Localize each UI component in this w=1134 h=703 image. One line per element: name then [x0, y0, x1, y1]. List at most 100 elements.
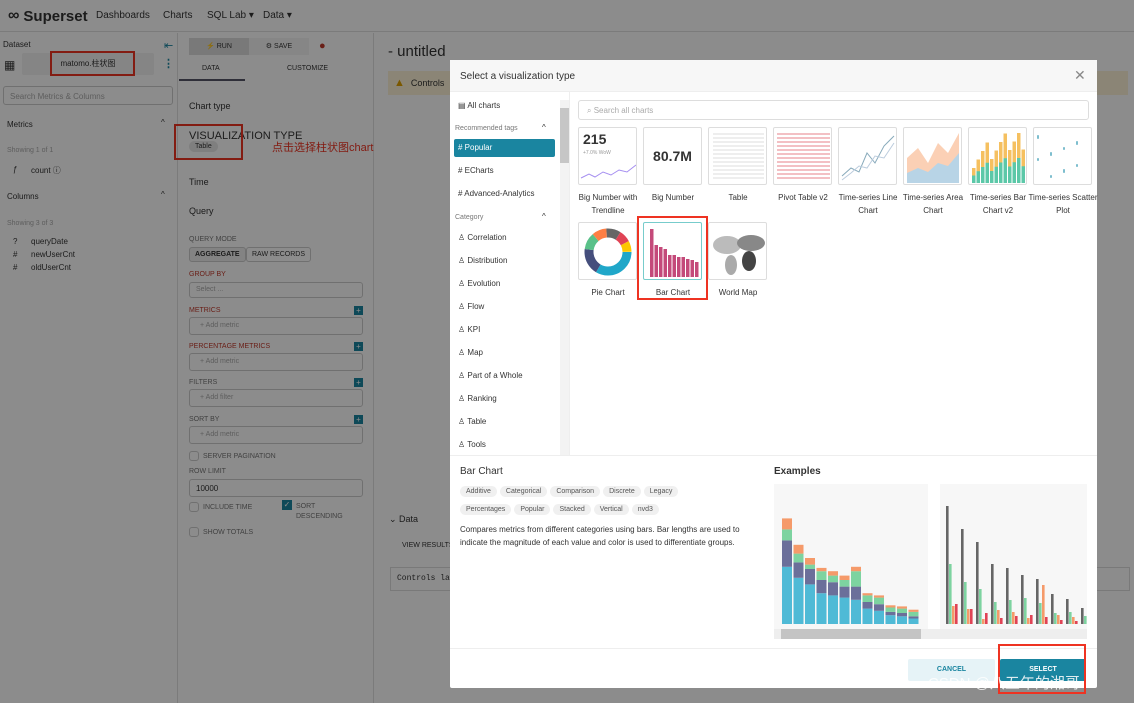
example-bar [1024, 598, 1027, 624]
chart-thumbnail[interactable] [643, 222, 702, 280]
search-placeholder: Search all charts [593, 106, 654, 115]
category-item[interactable]: ♙ Distribution [454, 252, 555, 270]
category-label: Map [467, 348, 483, 357]
chart-thumbnail[interactable] [838, 127, 897, 185]
category-item[interactable]: ♙ Map [454, 344, 555, 362]
chart-thumbnail[interactable]: 215 +7.0% WoW [578, 127, 637, 185]
chart-thumbnail[interactable] [903, 127, 962, 185]
chart-label[interactable]: Big Number with Trendline [573, 191, 643, 217]
example-bar [1000, 618, 1003, 624]
tag-echarts[interactable]: # ECharts [454, 162, 555, 180]
chevron-up-icon[interactable]: ^ [542, 123, 546, 132]
example-bar [1051, 594, 1054, 624]
chart-label[interactable]: Time-series Area Chart [898, 191, 968, 217]
category-item[interactable]: ♙ Tools [454, 436, 555, 454]
example-bar [961, 529, 964, 624]
chart-label[interactable]: Table [703, 191, 773, 204]
chart-label[interactable]: World Map [703, 286, 773, 299]
category-label: Ranking [467, 394, 497, 403]
chart-tag[interactable]: Comparison [550, 486, 601, 497]
chart-tag[interactable]: Legacy [643, 486, 679, 497]
all-charts-label: All charts [467, 101, 501, 110]
all-charts-item[interactable]: ▤ All charts [454, 97, 555, 115]
chart-description: Compares metrics from different categori… [460, 525, 740, 547]
example-bar [851, 599, 861, 624]
chart-thumbnail[interactable] [578, 222, 637, 280]
example-bar [885, 607, 896, 612]
example-bar [782, 540, 792, 567]
example-bar [782, 529, 792, 541]
chart-tag[interactable]: Categorical [499, 486, 548, 497]
example-bar [828, 575, 838, 583]
tag-label: ECharts [464, 166, 494, 175]
chart-label[interactable]: Pivot Table v2 [768, 191, 838, 204]
category-icon: ♙ [458, 371, 466, 380]
example-bar [1012, 612, 1015, 624]
chart-label[interactable]: Bar Chart [638, 286, 708, 299]
example-bar [885, 605, 896, 608]
chart-label[interactable]: Pie Chart [573, 286, 643, 299]
category-item[interactable]: ♙ Evolution [454, 275, 555, 293]
example-bar [982, 619, 985, 624]
category-item[interactable]: ♙ Part of a Whole [454, 367, 555, 385]
tag-popular[interactable]: # Popular [454, 139, 555, 157]
example-bar [897, 606, 907, 609]
tag-advanced-analytics[interactable]: # Advanced-Analytics [454, 185, 555, 203]
chevron-up-icon[interactable]: ^ [542, 212, 546, 221]
category-label: Distribution [467, 256, 508, 265]
example-bar [793, 553, 804, 563]
example-bar [994, 602, 997, 624]
category-item[interactable]: ♙ Flow [454, 298, 555, 316]
chart-thumbnail[interactable] [708, 222, 767, 280]
example-bar [839, 575, 850, 580]
example-bar [897, 613, 907, 617]
category-item[interactable]: ♙ Correlation [454, 229, 555, 247]
chart-tag[interactable]: Stacked [553, 504, 591, 515]
example-images [774, 484, 1087, 629]
chart-label[interactable]: Time-series Scatter Plot [1028, 191, 1098, 217]
example-bar [874, 604, 884, 611]
chart-thumbnail[interactable]: 80.7M [643, 127, 702, 185]
example-bar [967, 609, 970, 624]
chart-tag[interactable]: Discrete [603, 486, 641, 497]
chart-thumbnail[interactable] [773, 127, 832, 185]
category-icon: ♙ [458, 348, 466, 357]
example-bar [782, 566, 792, 624]
example-bar [885, 615, 896, 624]
category-icon: ♙ [458, 394, 466, 403]
example-bar [1042, 585, 1045, 624]
chart-tag[interactable]: nvd3 [631, 504, 659, 515]
category-label: Evolution [467, 279, 501, 288]
example-bar [805, 564, 815, 569]
example-bar [839, 580, 850, 587]
chart-label[interactable]: Time-series Line Chart [833, 191, 903, 217]
close-icon[interactable]: ✕ [1074, 67, 1086, 84]
example-bar [862, 602, 873, 609]
chart-thumbnail[interactable] [1033, 127, 1092, 185]
category-icon: ♙ [458, 279, 466, 288]
chart-tag[interactable]: Popular [514, 504, 551, 515]
example-bar [851, 571, 861, 587]
chart-label[interactable]: Big Number [638, 191, 708, 204]
search-charts-input[interactable]: ⌕ Search all charts [578, 100, 1089, 120]
example-bar [955, 604, 958, 624]
thumb-sub: +7.0% WoW [583, 150, 611, 156]
chart-tag[interactable]: Additive [460, 486, 497, 497]
example-bar [816, 567, 827, 572]
examples-scrollbar[interactable] [774, 629, 1087, 639]
chart-thumbnail[interactable] [708, 127, 767, 185]
example-bar [1072, 617, 1075, 624]
example-bar [997, 610, 1000, 624]
chart-tag[interactable]: Vertical [593, 504, 629, 515]
example-bar [897, 608, 907, 613]
chart-label[interactable]: Time-series Bar Chart v2 [963, 191, 1033, 217]
category-item[interactable]: ♙ Table [454, 413, 555, 431]
category-item[interactable]: ♙ Ranking [454, 390, 555, 408]
chart-thumbnail[interactable] [968, 127, 1027, 185]
chart-tag[interactable]: Percentages [460, 504, 512, 515]
sidebar-scrollbar[interactable] [560, 100, 569, 455]
category-item[interactable]: ♙ KPI [454, 321, 555, 339]
example-bar [1081, 608, 1084, 624]
example-bar [839, 597, 850, 624]
example-bar [908, 611, 919, 617]
